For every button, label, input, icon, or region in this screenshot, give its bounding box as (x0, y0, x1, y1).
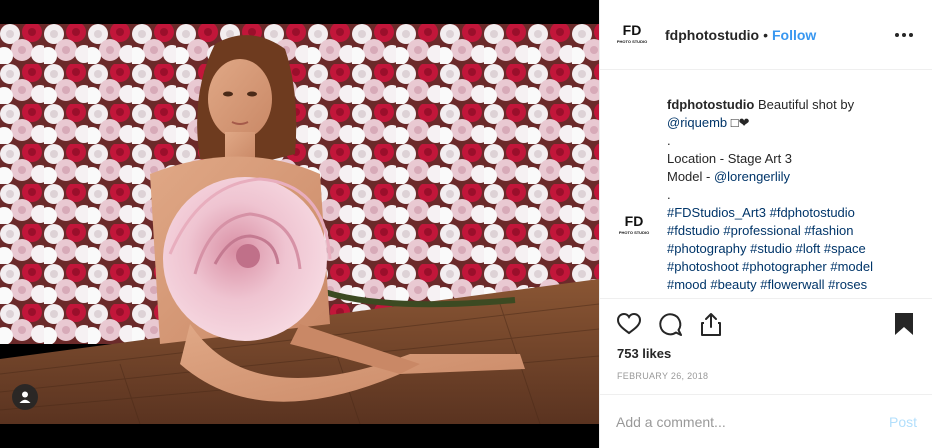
caption-line-2: @riquemb □❤ (667, 114, 917, 132)
mention-photographer[interactable]: @riquemb (667, 115, 727, 130)
user-tag-icon[interactable] (12, 384, 38, 410)
follow-button[interactable]: Follow (772, 27, 816, 43)
profile-logo-icon[interactable]: FD PHOTO STUDIO (616, 19, 648, 51)
mention-model[interactable]: @lorengerlily (714, 169, 790, 184)
hashtag-line[interactable]: #photoshoot #photographer #model (667, 258, 917, 276)
post-photo-image (0, 24, 599, 424)
model-prefix: Model - (667, 169, 714, 184)
hashtag-line[interactable]: #fdstudio #professional #fashion (667, 222, 917, 240)
post-date: FEBRUARY 26, 2018 (617, 371, 709, 381)
caption-dot-2: . (667, 187, 671, 202)
caption-text: fdphotostudio Beautiful shot by @riquemb… (667, 96, 917, 294)
comment-input[interactable] (616, 413, 889, 430)
likes-count[interactable]: 753 likes (617, 346, 671, 361)
caption-model: Model - @lorengerlily (667, 168, 917, 186)
share-icon[interactable] (698, 311, 724, 337)
post-side-panel: FD PHOTO STUDIO fdphotostudio • Follow F… (599, 0, 932, 448)
caption-logo-letters: FD (625, 213, 644, 229)
heart-icon[interactable] (616, 311, 642, 337)
caption-logo-subtext: PHOTO STUDIO (619, 230, 649, 235)
comment-icon[interactable] (657, 311, 683, 337)
comment-bar: Post (600, 394, 932, 448)
bookmark-icon[interactable] (891, 311, 917, 337)
caption-line-1: fdphotostudio Beautiful shot by (667, 96, 917, 114)
post-comment-button[interactable]: Post (889, 414, 917, 430)
more-options-icon[interactable] (892, 23, 916, 47)
caption-area: FD PHOTO STUDIO fdphotostudio Beautiful … (600, 70, 932, 299)
instagram-post: FD PHOTO STUDIO fdphotostudio • Follow F… (0, 0, 932, 448)
hashtag-line[interactable]: #FDStudios_Art3 #fdphotostudio (667, 204, 917, 222)
header-username[interactable]: fdphotostudio (665, 27, 759, 43)
caption-username[interactable]: fdphotostudio (667, 97, 754, 112)
logo-letters: FD (623, 22, 642, 38)
caption-dot-1: . (667, 133, 671, 148)
caption-location: Location - Stage Art 3 (667, 151, 793, 166)
hashtag-line[interactable]: #mood #beauty #flowerwall #roses (667, 276, 917, 294)
caption-emoji: □❤ (727, 115, 750, 130)
caption-intro: Beautiful shot by (754, 97, 855, 112)
action-bar (600, 300, 932, 348)
caption-logo-icon[interactable]: FD PHOTO STUDIO (618, 210, 650, 242)
post-header: FD PHOTO STUDIO fdphotostudio • Follow (600, 0, 932, 70)
header-separator: • (763, 26, 768, 43)
post-photo[interactable] (0, 24, 599, 424)
logo-subtext: PHOTO STUDIO (617, 39, 647, 44)
hashtag-line[interactable]: #photography #studio #loft #space (667, 240, 917, 258)
media-panel (0, 0, 599, 448)
